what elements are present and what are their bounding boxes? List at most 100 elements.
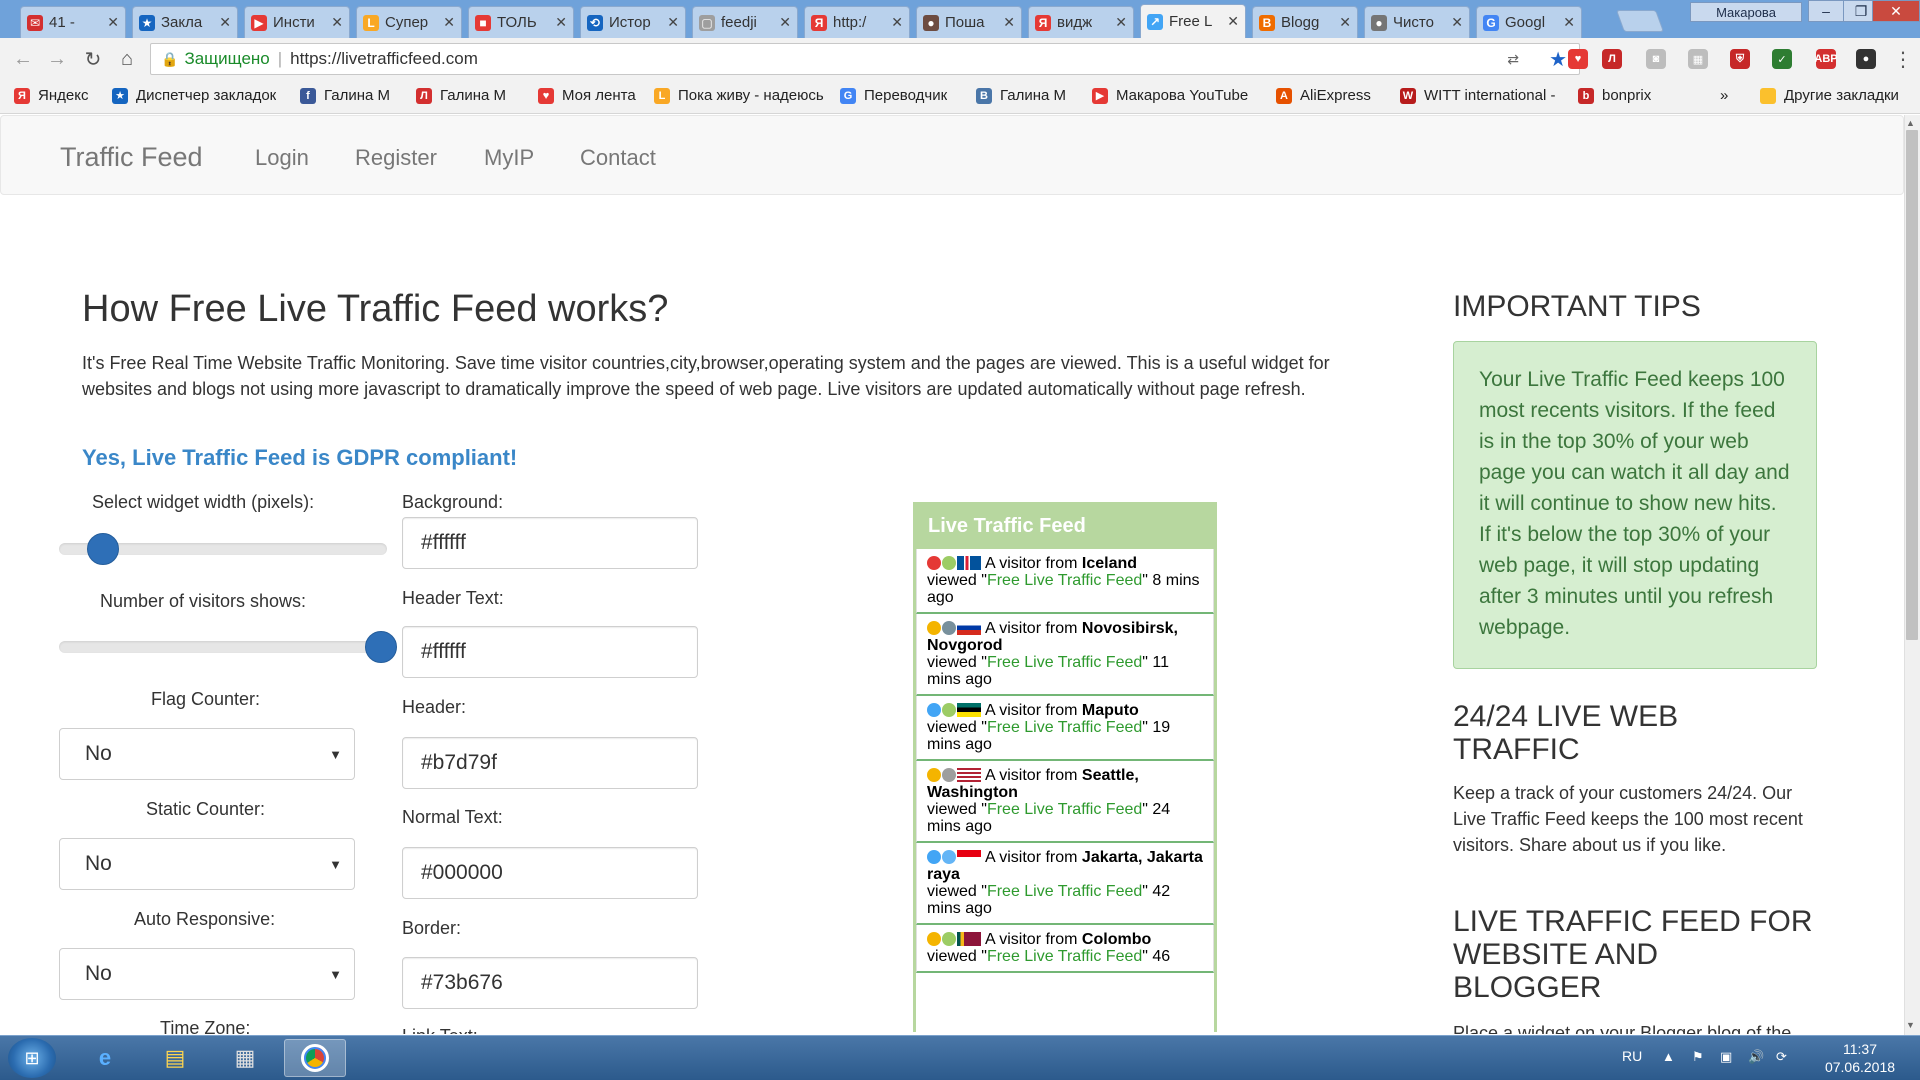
bookmark-item[interactable]: b bonprix (1578, 87, 1651, 104)
tab-close-icon[interactable]: ✕ (1115, 14, 1127, 31)
adblock-extension-icon[interactable]: ABP (1814, 49, 1838, 69)
nav-contact-link[interactable]: Contact (580, 145, 656, 171)
visitors-slider-handle[interactable] (365, 631, 397, 663)
browser-tab[interactable]: Яhttp:/ ✕ (804, 6, 910, 38)
reload-icon[interactable]: ↻ (80, 46, 106, 72)
liveinternet-extension-icon[interactable]: Л (1602, 49, 1622, 69)
browser-tab[interactable]: ✉ 41 - ✕ (20, 6, 126, 38)
more-bookmarks-button[interactable]: » (1720, 87, 1728, 104)
window-close-button[interactable]: ✕ (1872, 0, 1920, 22)
home-icon[interactable]: ⌂ (114, 46, 140, 72)
site-brand-link[interactable]: Traffic Feed (60, 142, 203, 173)
window-user-badge[interactable]: Макарова (1690, 2, 1802, 22)
border-color-input[interactable]: #73b676 (402, 957, 698, 1009)
tab-close-icon[interactable]: ✕ (1451, 14, 1463, 31)
bookmark-item[interactable]: Л Галина М (416, 87, 506, 104)
tab-close-icon[interactable]: ✕ (891, 14, 903, 31)
grid-extension-icon[interactable]: ▦ (1688, 49, 1708, 69)
browser-tab[interactable]: ★ Закла ✕ (132, 6, 238, 38)
scroll-down-icon[interactable]: ▼ (1906, 1020, 1915, 1030)
visit-page-link[interactable]: Free Live Traffic Feed (987, 883, 1142, 900)
language-indicator[interactable]: RU (1622, 1048, 1642, 1064)
scroll-up-icon[interactable]: ▲ (1906, 118, 1915, 128)
tab-close-icon[interactable]: ✕ (555, 14, 567, 31)
visit-page-link[interactable]: Free Live Traffic Feed (987, 654, 1142, 671)
flag-counter-select[interactable]: No ▼ (59, 728, 355, 780)
browser-tab[interactable]: G Googl ✕ (1476, 6, 1582, 38)
tab-close-icon[interactable]: ✕ (331, 14, 343, 31)
bookmark-item[interactable]: ♥ Моя лента (538, 87, 636, 104)
bookmark-item[interactable]: Я Яндекс (14, 87, 88, 104)
lock-icon[interactable]: 🔒 (161, 51, 178, 68)
scrollbar-thumb[interactable] (1906, 130, 1918, 640)
check-extension-icon[interactable]: ✓ (1772, 49, 1792, 69)
bookmark-item[interactable]: W WITT international - (1400, 87, 1555, 104)
static-counter-select[interactable]: No ▼ (59, 838, 355, 890)
forward-arrow-icon[interactable]: → (44, 46, 70, 72)
chrome-taskbar-icon[interactable] (284, 1039, 346, 1077)
bookmark-item[interactable]: f Галина М (300, 87, 390, 104)
header-text-color-input[interactable]: #ffffff (402, 626, 698, 678)
bookmark-item[interactable]: G Переводчик (840, 87, 947, 104)
nav-register-link[interactable]: Register (355, 145, 437, 171)
auto-responsive-select[interactable]: No ▼ (59, 948, 355, 1000)
tab-close-icon[interactable]: ✕ (1227, 13, 1239, 30)
browser-tab[interactable]: ■ ТОЛЬ ✕ (468, 6, 574, 38)
new-tab-button[interactable] (1615, 10, 1665, 32)
visitors-slider-track[interactable] (59, 641, 387, 653)
normal-text-color-input[interactable]: #000000 (402, 847, 698, 899)
nav-login-link[interactable]: Login (255, 145, 309, 171)
start-button[interactable]: ⊞ (8, 1038, 56, 1078)
visit-page-link[interactable]: Free Live Traffic Feed (987, 719, 1142, 736)
browser-tab[interactable]: B Blogg ✕ (1252, 6, 1358, 38)
heart-extension-icon[interactable]: ♥ (1568, 49, 1588, 69)
tab-close-icon[interactable]: ✕ (107, 14, 119, 31)
background-color-input[interactable]: #ffffff (402, 517, 698, 569)
bookmark-star-icon[interactable]: ★ (1549, 47, 1567, 72)
back-arrow-icon[interactable]: ← (10, 46, 36, 72)
browser-tab[interactable]: ▢ feedji ✕ (692, 6, 798, 38)
calculator-icon[interactable]: ▦ (214, 1039, 276, 1077)
browser-tab[interactable]: ▶ Инсти ✕ (244, 6, 350, 38)
camera-extension-icon[interactable]: ◙ (1646, 49, 1666, 69)
tab-close-icon[interactable]: ✕ (1339, 14, 1351, 31)
nav-myip-link[interactable]: MyIP (484, 145, 534, 171)
bookmark-item[interactable]: В Галина М (976, 87, 1066, 104)
tray-volume-icon[interactable]: 🔊 (1748, 1049, 1764, 1065)
bookmark-item[interactable]: L Пока живу - надеюсь (654, 87, 824, 104)
bookmark-item[interactable]: ★ Диспетчер закладок (112, 87, 276, 104)
tab-close-icon[interactable]: ✕ (1003, 14, 1015, 31)
address-input[interactable]: 🔒 Защищено | https://livetrafficfeed.com… (150, 43, 1580, 75)
browser-tab[interactable]: ● Поша ✕ (916, 6, 1022, 38)
file-explorer-icon[interactable]: ▤ (144, 1039, 206, 1077)
clock[interactable]: 11:37 07.06.2018 (1820, 1040, 1900, 1076)
browser-tab[interactable]: L Супер ✕ (356, 6, 462, 38)
bookmark-item[interactable]: A AliExpress (1276, 87, 1371, 104)
tab-close-icon[interactable]: ✕ (1563, 14, 1575, 31)
tab-close-icon[interactable]: ✕ (779, 14, 791, 31)
shield-extension-icon[interactable]: ⛨ (1730, 49, 1750, 69)
tab-close-icon[interactable]: ✕ (219, 14, 231, 31)
visit-page-link[interactable]: Free Live Traffic Feed (987, 801, 1142, 818)
header-color-input[interactable]: #b7d79f (402, 737, 698, 789)
browser-tab[interactable]: ↗ Free L ✕ (1140, 4, 1246, 38)
browser-tab[interactable]: ● Чисто ✕ (1364, 6, 1470, 38)
tray-arrow-icon[interactable]: ▲ (1662, 1049, 1678, 1065)
visit-page-link[interactable]: Free Live Traffic Feed (987, 572, 1142, 589)
browser-tab[interactable]: ⟲ Истор ✕ (580, 6, 686, 38)
internet-explorer-icon[interactable]: e (74, 1039, 136, 1077)
browser-tab[interactable]: Явидж ✕ (1028, 6, 1134, 38)
tray-network-icon[interactable]: ▣ (1720, 1049, 1736, 1065)
tab-close-icon[interactable]: ✕ (443, 14, 455, 31)
translate-icon[interactable]: ⇄ (1507, 51, 1519, 68)
width-slider-handle[interactable] (86, 533, 119, 565)
minimize-button[interactable]: – (1808, 0, 1844, 22)
bookmark-item[interactable]: ▶ Макарова YouTube (1092, 87, 1248, 104)
tab-close-icon[interactable]: ✕ (667, 14, 679, 31)
other-bookmarks-folder[interactable]: Другие закладки (1760, 87, 1899, 104)
dark-extension-icon[interactable]: ● (1856, 49, 1876, 69)
visit-page-link[interactable]: Free Live Traffic Feed (987, 948, 1142, 965)
menu-dots-icon[interactable]: ⋮ (1890, 46, 1916, 72)
tray-sync-icon[interactable]: ⟳ (1776, 1049, 1792, 1065)
tray-flag-icon[interactable]: ⚑ (1692, 1049, 1708, 1065)
